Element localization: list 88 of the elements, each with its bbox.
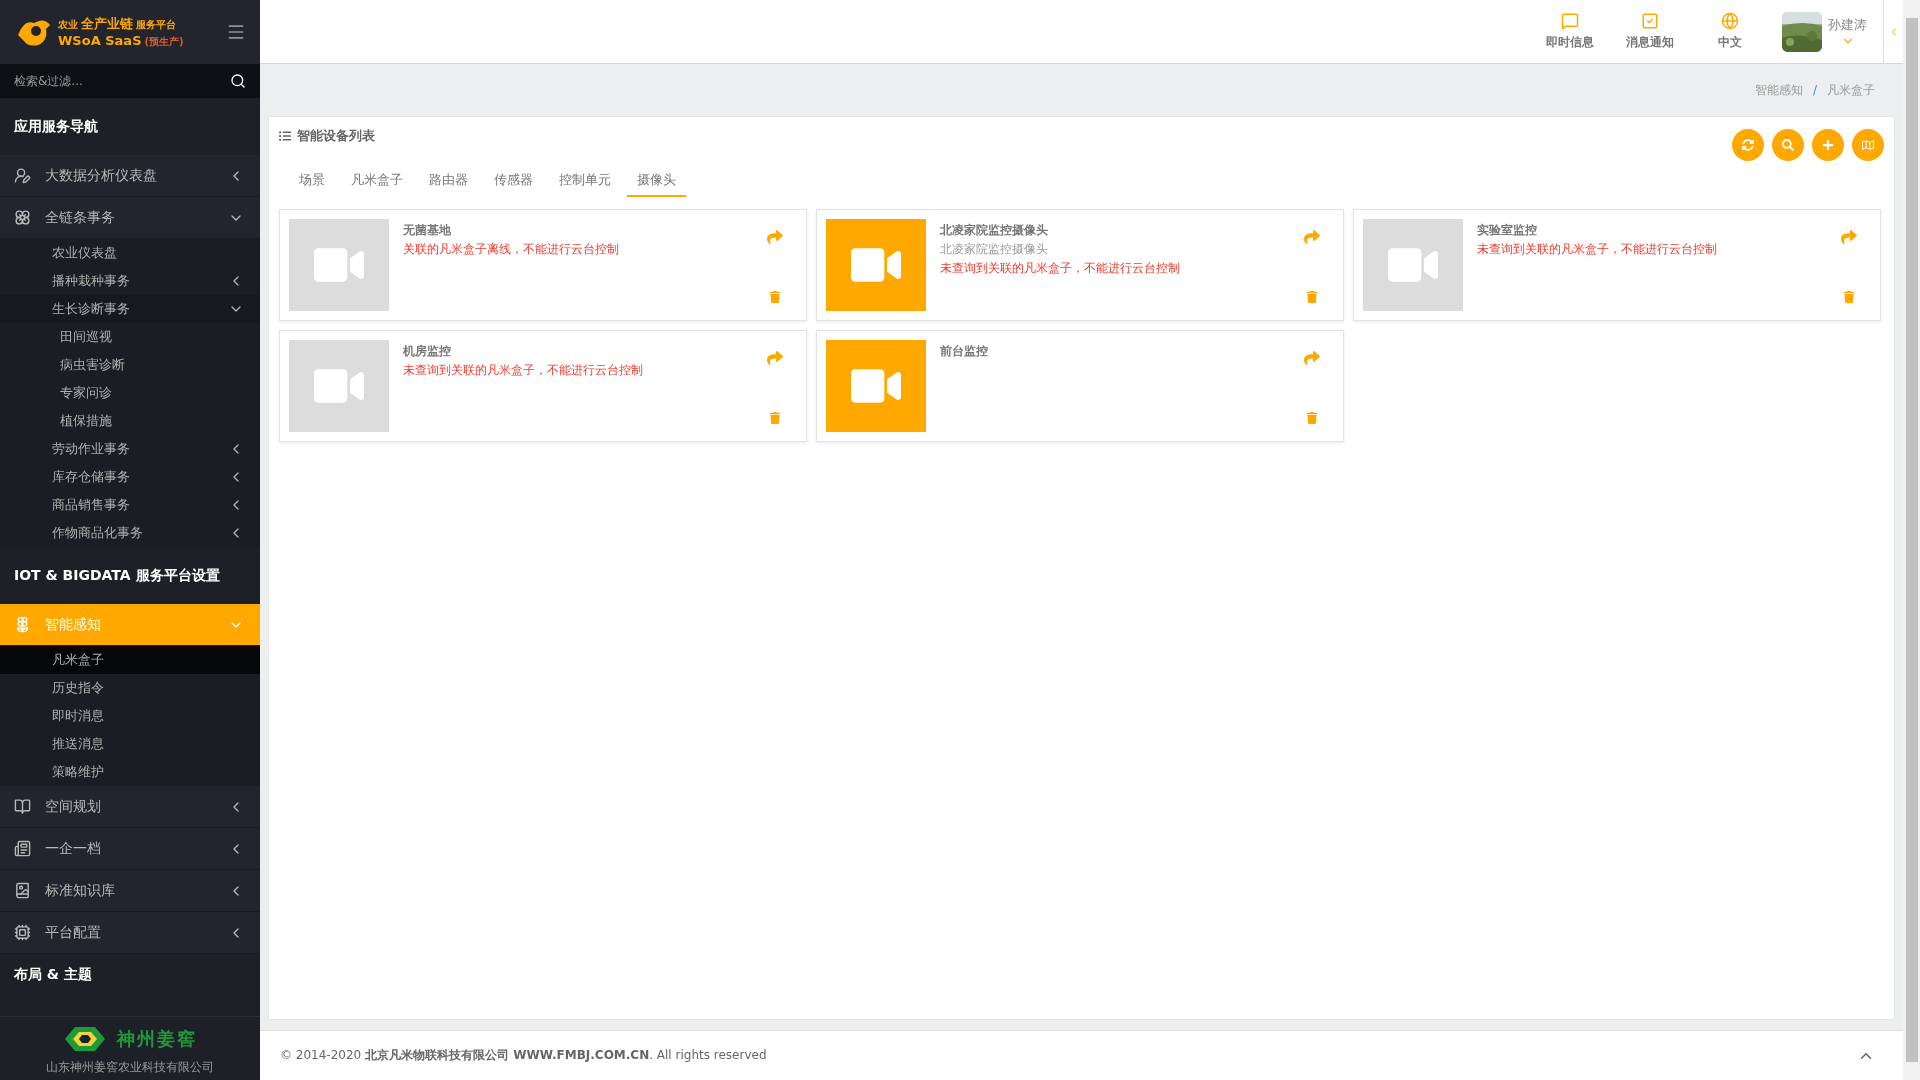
book-icon — [14, 882, 31, 899]
trash-icon[interactable] — [1306, 291, 1318, 303]
menu-item[interactable]: 农业仪表盘 — [0, 239, 260, 267]
search-icon — [1782, 139, 1794, 151]
tab[interactable]: 凡米盒子 — [341, 165, 413, 197]
nav-item[interactable]: 平台配置 — [0, 912, 260, 954]
scrollbar[interactable] — [1903, 0, 1920, 1080]
nav-item[interactable]: 标准知识库 — [0, 870, 260, 912]
map-button[interactable] — [1852, 129, 1884, 161]
menu-item[interactable]: 历史指令 — [0, 674, 260, 702]
menu-item[interactable]: 专家问诊 — [0, 379, 260, 407]
menu-item[interactable]: 植保措施 — [0, 407, 260, 435]
device-message: 未查询到关联的凡米盒子，不能进行云台控制 — [403, 362, 644, 379]
share-icon[interactable] — [1304, 229, 1320, 245]
tab[interactable]: 路由器 — [419, 165, 478, 197]
nav-item[interactable]: 空间规划 — [0, 786, 260, 828]
brand-logo-icon — [63, 1025, 107, 1053]
menu-item[interactable]: 策略维护 — [0, 758, 260, 786]
trash-icon[interactable] — [1306, 412, 1318, 424]
nav-item[interactable]: 一企一档 — [0, 828, 260, 870]
search-input[interactable]: 检索&过滤... — [12, 73, 192, 89]
device-name: 无菌基地 — [403, 222, 452, 239]
section-title: IOT & BIGDATA 服务平台设置 — [13, 565, 221, 585]
logo-text: 全产业链 — [81, 15, 133, 33]
topbar-action[interactable]: 消息通知 — [1610, 12, 1690, 51]
refresh-icon — [1742, 139, 1754, 151]
share-icon[interactable] — [1304, 350, 1320, 366]
device-name: 机房监控 — [403, 343, 452, 360]
menu-item[interactable]: 库存仓储事务 — [0, 463, 260, 491]
menu-item[interactable]: 播种栽种事务 — [0, 267, 260, 295]
user-name[interactable]: 孙建涛 — [1828, 15, 1867, 34]
trash-icon[interactable] — [769, 291, 781, 303]
tab[interactable]: 控制单元 — [549, 165, 621, 197]
device-message: 关联的凡米盒子离线，不能进行云台控制 — [403, 241, 620, 258]
nav-item[interactable]: 全链条事务 — [0, 197, 260, 239]
share-icon[interactable] — [767, 229, 783, 245]
search-field[interactable]: 检索&过滤... — [0, 64, 260, 98]
plus-icon — [1822, 139, 1834, 151]
section-title: 应用服务导航 — [13, 116, 99, 136]
logo-text: 服务平台 — [136, 18, 176, 32]
trash-icon[interactable] — [1843, 291, 1855, 303]
search-button[interactable] — [1772, 129, 1804, 161]
device-name: 北凌家院监控摄像头 — [940, 222, 1049, 239]
device-name: 前台监控 — [940, 343, 989, 360]
device-message: 未查询到关联的凡米盒子，不能进行云台控制 — [940, 260, 1181, 277]
menu-icon[interactable] — [226, 22, 246, 42]
company-name: 山东神州姜窖农业科技有限公司 — [46, 1059, 214, 1076]
message-icon — [1561, 12, 1579, 30]
refresh-button[interactable] — [1732, 129, 1764, 161]
topbar-action[interactable]: 中文 — [1690, 12, 1770, 51]
list-icon — [279, 130, 291, 142]
flower-icon — [14, 209, 31, 226]
menu-item[interactable]: 作物商品化事务 — [0, 519, 260, 547]
share-icon[interactable] — [1841, 229, 1857, 245]
section-title: 布局 & 主题 — [13, 965, 93, 984]
menu-item[interactable]: 推送消息 — [0, 730, 260, 758]
menu-item[interactable]: 劳动作业事务 — [0, 435, 260, 463]
device-message: 未查询到关联的凡米盒子，不能进行云台控制 — [1477, 241, 1718, 258]
copyright-text: © 2014-2020 北京凡米物联科技有限公司 WWW.FMBJ.COM.CN. All rights reserved — [280, 1047, 767, 1064]
menu-item[interactable]: 田间巡视 — [0, 323, 260, 351]
search-icon[interactable] — [230, 73, 246, 89]
menu-item[interactable]: 凡米盒子 — [0, 646, 260, 674]
menu-item[interactable]: 商品销售事务 — [0, 491, 260, 519]
share-icon[interactable] — [767, 350, 783, 366]
menu-item[interactable]: 生长诊断事务 — [0, 295, 260, 323]
trash-icon[interactable] — [769, 412, 781, 424]
logo-text: WSoA SaaS — [58, 33, 142, 48]
tab[interactable]: 场景 — [289, 165, 335, 197]
topbar-action[interactable]: 即时信息 — [1530, 12, 1610, 51]
device-subtitle: 北凌家院监控摄像头 — [940, 241, 1049, 258]
breadcrumb-separator: / — [1812, 83, 1817, 97]
menu-item[interactable]: 病虫害诊断 — [0, 351, 260, 379]
document-icon — [14, 840, 31, 857]
menu-item[interactable]: 即时消息 — [0, 702, 260, 730]
logo-text: (预生产) — [144, 35, 184, 49]
chip-icon — [14, 924, 31, 941]
brand-name: 神州姜窖 — [117, 1027, 197, 1051]
device-name: 实验室监控 — [1477, 222, 1538, 239]
globe-icon — [1721, 12, 1739, 30]
nav-item[interactable]: 大数据分析仪表盘 — [0, 155, 260, 197]
add-button[interactable] — [1812, 129, 1844, 161]
logo-text: 农业 — [58, 18, 78, 32]
panel-title: 智能设备列表 — [297, 127, 375, 145]
checkbox-icon — [1641, 12, 1659, 30]
tab[interactable]: 摄像头 — [627, 165, 686, 197]
flower-icon — [14, 616, 31, 633]
tab[interactable]: 传感器 — [484, 165, 543, 197]
person-icon — [14, 167, 31, 184]
